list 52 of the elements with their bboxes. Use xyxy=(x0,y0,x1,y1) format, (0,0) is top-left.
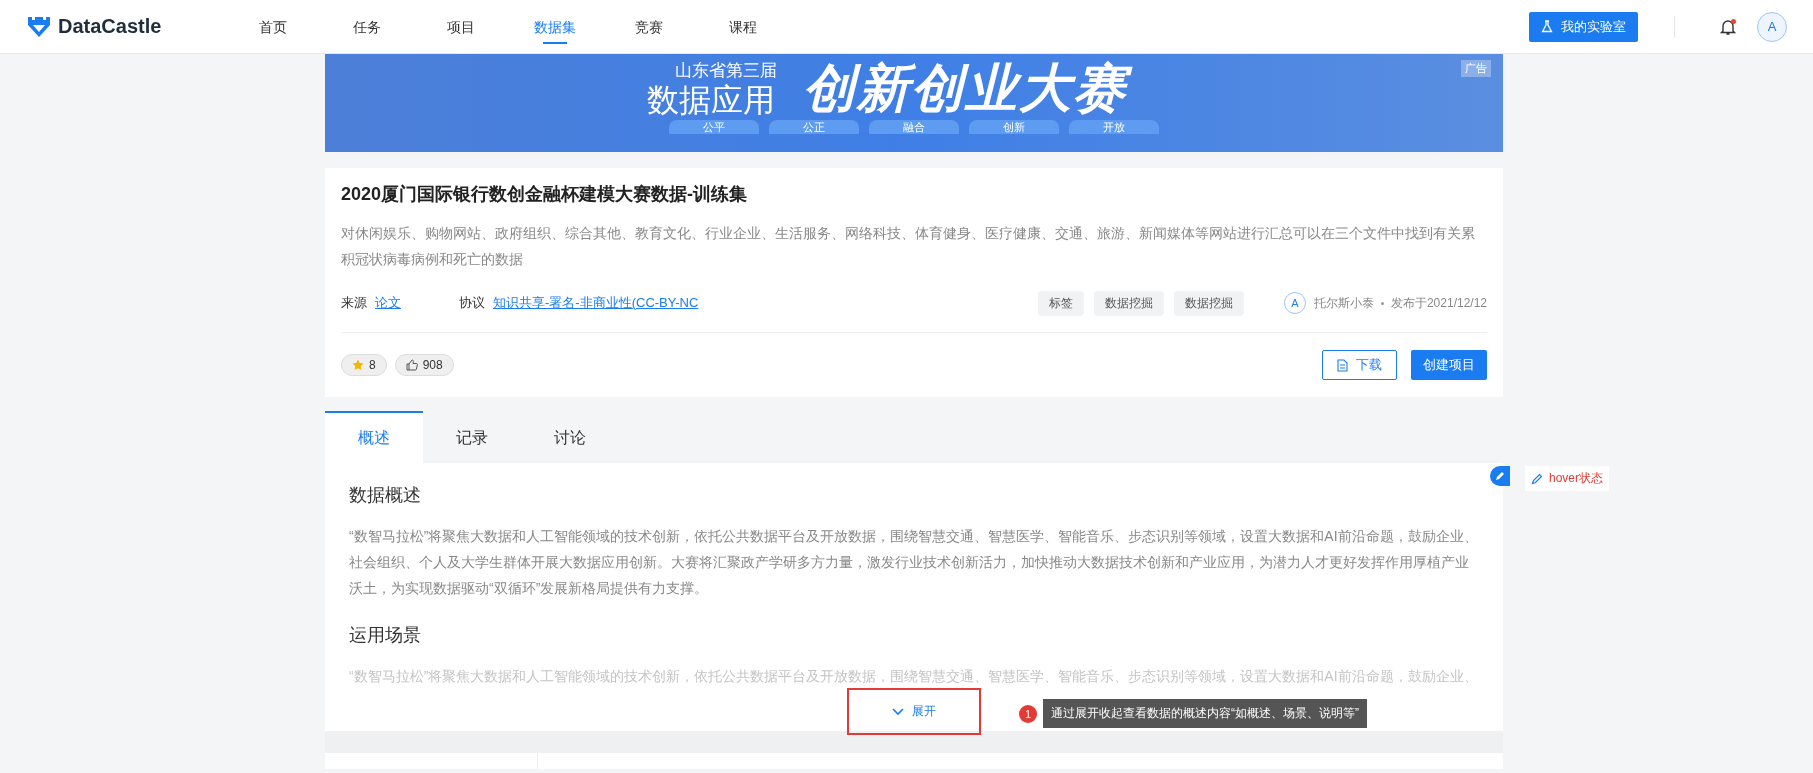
banner-subtitle: 山东省第三届 xyxy=(675,60,777,82)
annotation-number: 1 xyxy=(1019,704,1037,723)
tag-chip[interactable]: 标签 xyxy=(1037,290,1084,316)
nav-link[interactable]: 首页 xyxy=(226,0,320,54)
nav-link[interactable]: 项目 xyxy=(414,0,508,54)
nav-link[interactable]: 课程 xyxy=(696,0,790,54)
author-name[interactable]: 托尔斯小泰 xyxy=(1313,294,1374,312)
nav-link[interactable]: 竞赛 xyxy=(602,0,696,54)
dataset-description: 对休闲娱乐、购物网站、政府组织、综合其他、教育文化、行业企业、生活服务、网络科技、体育健身、医疗健康、交通、旅游、新闻媒体等网站进行汇总可以在三个文件中找到有关累积冠状病毒病例和死亡的数据 xyxy=(341,224,1476,269)
banner-pill: 融合 xyxy=(869,120,959,134)
like-count-button[interactable]: 908 xyxy=(394,354,454,376)
license-label: 协议 xyxy=(459,294,485,312)
star-icon xyxy=(352,359,364,371)
banner-pill: 公平 xyxy=(669,120,759,134)
tag-chip[interactable]: 数据挖掘 xyxy=(1093,290,1164,316)
logo-text[interactable]: DataCastle xyxy=(58,15,162,38)
license-link[interactable]: 知识共享-署名-非商业性(CC-BY-NC xyxy=(493,294,699,312)
tab[interactable]: 概述 xyxy=(325,411,423,463)
banner-title: 数据应用 xyxy=(647,82,776,118)
nav-link[interactable]: 数据集 xyxy=(508,0,602,54)
nav-link[interactable]: 任务 xyxy=(320,0,414,54)
edit-tab[interactable] xyxy=(1490,466,1510,486)
flask-icon xyxy=(1541,20,1553,33)
banner-pill: 开放 xyxy=(1069,120,1159,134)
create-project-button[interactable]: 创建项目 xyxy=(1411,350,1487,380)
tab[interactable]: 讨论 xyxy=(521,411,619,463)
castle-logo-icon xyxy=(26,14,52,39)
source-link[interactable]: 论文 xyxy=(375,294,401,312)
pencil-icon xyxy=(1531,472,1543,485)
tag-chip[interactable]: 数据挖掘 xyxy=(1173,290,1244,316)
dataset-title: 2020厦门国际银行数创金融杯建模大赛数据-训练集 xyxy=(341,183,749,206)
publish-date: 发布于2021/12/12 xyxy=(1390,294,1487,312)
document-icon xyxy=(1337,358,1348,372)
hover-state-label: hover状态 xyxy=(1549,470,1604,487)
annotation-tooltip: 通过展开收起查看数据的概述内容“如概述、场景、说明等” xyxy=(1043,699,1367,728)
section-paragraph: “数智马拉松”将聚焦大数据和人工智能领域的技术创新，依托公共数据平台及开放数据，围绕智慧交通、智慧医学、智能音乐、步态识别等领域，设置大数据和AI前沿命题，鼓励企业、社会组织、个人及大学生群体开展大数据应用创新。大赛将汇聚政产学研多方力量，激发行业技术创新活力，加快推动大数据技术创新和产业应用，为潜力人才更好发挥作用厚植产业沃土，为实现数据驱动“双循环”发展新格局提供有力支撑。 xyxy=(349,527,1479,598)
banner-pill: 公正 xyxy=(769,120,859,134)
thumbs-up-icon xyxy=(405,359,418,371)
download-button[interactable]: 下载 xyxy=(1322,350,1397,380)
source-label: 来源 xyxy=(341,294,367,312)
pencil-icon xyxy=(1495,471,1505,481)
chevron-down-icon xyxy=(892,707,904,716)
tab[interactable]: 记录 xyxy=(423,411,521,463)
star-count-button[interactable]: 8 xyxy=(341,354,387,376)
banner-headline: 创新创业大赛 xyxy=(799,58,1141,118)
section-heading: 数据概述 xyxy=(349,484,422,507)
my-lab-button[interactable]: 我的实验室 xyxy=(1529,11,1638,42)
user-avatar[interactable]: A xyxy=(1757,11,1787,42)
bell-icon[interactable] xyxy=(1719,17,1737,36)
section-heading: 运用场景 xyxy=(349,624,422,647)
banner-pill: 创新 xyxy=(969,120,1059,134)
ad-label: 广告 xyxy=(1461,60,1491,77)
